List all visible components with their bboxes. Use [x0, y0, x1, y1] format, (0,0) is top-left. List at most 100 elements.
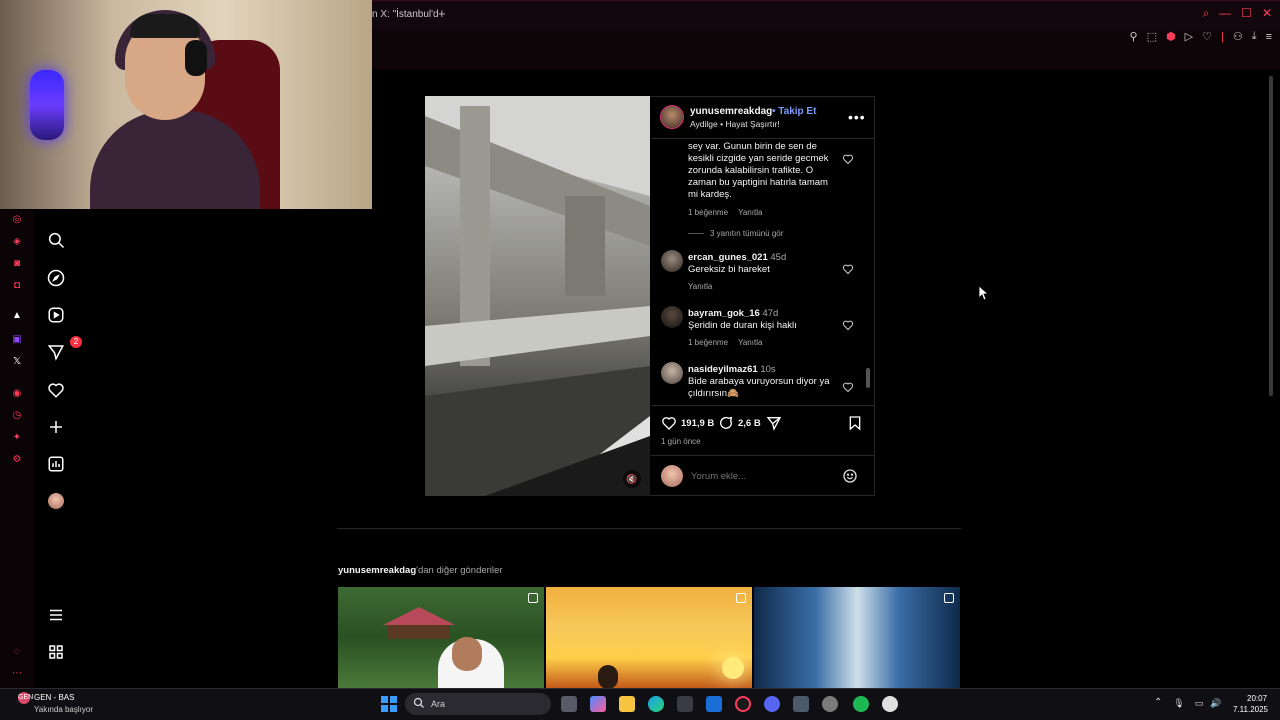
snapshot-icon[interactable]: ⬚ — [1147, 30, 1157, 43]
more-icon[interactable]: ⋯ — [11, 668, 23, 680]
task-view-icon[interactable] — [561, 696, 577, 712]
explore-icon[interactable] — [46, 268, 66, 288]
messages-icon[interactable]: 2 — [46, 336, 82, 362]
tray-overflow-button[interactable]: ⌃ — [1154, 697, 1162, 708]
more-post-thumbnail[interactable] — [338, 587, 544, 688]
obs-icon[interactable] — [882, 696, 898, 712]
audio-track[interactable]: Aydilge • Hayat Şaşırtır! — [690, 119, 780, 129]
messenger-sidebar-icon[interactable]: ◘ — [11, 280, 23, 292]
comment-username[interactable]: ercan_gunes_021 45d — [688, 252, 786, 263]
username-text[interactable]: bayram_gok_16 — [688, 308, 760, 319]
widget-title[interactable]: GEN - BAS — [34, 693, 74, 702]
copilot-icon[interactable] — [590, 696, 606, 712]
clock-time[interactable]: 20:07 — [1247, 694, 1267, 703]
player-icon[interactable]: ◉ — [11, 388, 23, 400]
download-icon[interactable]: ⤓ — [1252, 30, 1257, 43]
author-avatar[interactable] — [660, 105, 684, 129]
widget-icon[interactable]: GEN — [18, 692, 33, 704]
profile-avatar[interactable] — [46, 491, 66, 511]
file-explorer-icon[interactable] — [619, 696, 635, 712]
app-sidebar-icon[interactable]: ▲ — [11, 310, 23, 322]
new-tab-button[interactable]: + — [438, 6, 446, 21]
menu-icon[interactable] — [46, 605, 66, 625]
mail-icon[interactable] — [706, 696, 722, 712]
search-placeholder[interactable]: Ara — [431, 699, 445, 709]
post-video[interactable] — [425, 96, 650, 496]
app-icon[interactable] — [822, 696, 838, 712]
commenter-avatar[interactable] — [661, 250, 683, 272]
edge-icon[interactable] — [648, 696, 664, 712]
save-button[interactable] — [847, 415, 863, 431]
author-username[interactable]: yunusemreakdag — [690, 106, 772, 117]
reels-icon[interactable] — [46, 305, 66, 325]
instagram-sidebar-icon[interactable]: ◙ — [11, 258, 23, 270]
display-icon[interactable]: ▭ — [1193, 698, 1205, 710]
create-icon[interactable] — [46, 417, 66, 437]
discord-icon[interactable] — [764, 696, 780, 712]
post-date[interactable]: 1 gün önce — [661, 437, 701, 446]
commenter-avatar[interactable] — [661, 362, 683, 384]
comment-likes[interactable]: 1 beğenme — [688, 338, 728, 347]
extensions-icon[interactable]: ✦ — [11, 432, 23, 444]
store-icon[interactable] — [677, 696, 693, 712]
reply-button[interactable]: Yanıtla — [688, 282, 712, 291]
gx-icon[interactable]: ◌ — [11, 646, 23, 658]
comment-username[interactable]: nasideyilmaz61 10s — [688, 364, 776, 375]
comment-button[interactable]: 2,6 B — [718, 415, 761, 431]
comment-username[interactable]: bayram_gok_16 47d — [688, 308, 778, 319]
shield-icon[interactable]: ⬢ — [1166, 30, 1176, 43]
settings-icon[interactable]: ⚙ — [11, 454, 23, 466]
apps-icon[interactable] — [46, 642, 66, 662]
username-text[interactable]: ercan_gunes_021 — [688, 252, 768, 263]
taskbar-search[interactable] — [405, 693, 551, 715]
browser-tab-title[interactable]: n X: "İstanbul'd — [372, 9, 439, 20]
aria-icon[interactable]: ◈ — [11, 236, 23, 248]
comments-scrollbar[interactable] — [865, 140, 871, 405]
reply-button[interactable]: Yanıtla — [738, 208, 762, 217]
like-comment-icon[interactable] — [842, 319, 854, 331]
play-icon[interactable]: ▷ — [1185, 30, 1193, 43]
microphone-icon[interactable]: 🎙 — [1173, 698, 1185, 710]
minimize-button[interactable]: — — [1219, 6, 1231, 21]
clock-date[interactable]: 7.11.2025 — [1233, 705, 1268, 714]
page-scrollbar-thumb[interactable] — [1269, 76, 1273, 396]
close-window-button[interactable]: ✕ — [1262, 6, 1272, 21]
more-post-thumbnail[interactable] — [546, 587, 752, 688]
comment-likes[interactable]: 1 beğenme — [688, 208, 728, 217]
menu-icon[interactable]: ≡ — [1266, 31, 1272, 43]
pin-icon[interactable]: ⚲ — [1130, 30, 1138, 43]
like-comment-icon[interactable] — [842, 153, 854, 165]
more-post-thumbnail[interactable] — [754, 587, 960, 688]
view-replies-button[interactable]: 3 yanıtın tümünü gör — [688, 229, 783, 238]
more-options-button[interactable]: ••• — [848, 109, 866, 125]
opera-gx-icon[interactable] — [735, 696, 751, 712]
like-comment-icon[interactable] — [842, 263, 854, 275]
start-button[interactable] — [381, 696, 397, 712]
volume-icon[interactable]: 🔊 — [1210, 698, 1222, 710]
comment-input[interactable] — [691, 471, 831, 482]
dashboard-icon[interactable] — [46, 454, 66, 474]
maximize-button[interactable]: ☐ — [1241, 6, 1252, 21]
share-button[interactable] — [766, 415, 782, 431]
mute-icon[interactable]: 🔇 — [623, 470, 641, 488]
heart-icon[interactable]: ♡ — [1202, 30, 1212, 43]
search-tabs-icon[interactable]: ⌕ — [1202, 6, 1209, 21]
x-icon[interactable]: 𝕏 — [11, 356, 23, 368]
widget-subtitle[interactable]: Yakında başlıyor — [34, 705, 93, 714]
history-icon[interactable]: ◷ — [11, 410, 23, 422]
spotify-icon[interactable] — [853, 696, 869, 712]
opera-logo-icon[interactable]: ◎ — [11, 214, 23, 226]
app-icon[interactable] — [793, 696, 809, 712]
like-button[interactable]: 191,9 B — [661, 415, 714, 431]
emoji-icon[interactable] — [842, 468, 858, 484]
more-posts-username[interactable]: yunusemreakdag — [338, 565, 416, 576]
account-icon[interactable]: ⚇ — [1233, 30, 1243, 43]
twitch-icon[interactable]: ▣ — [11, 334, 23, 346]
comments-scrollbar-thumb[interactable] — [866, 368, 870, 388]
reply-button[interactable]: Yanıtla — [738, 338, 762, 347]
like-comment-icon[interactable] — [842, 381, 854, 393]
commenter-avatar[interactable] — [661, 306, 683, 328]
follow-button[interactable]: • Takip Et — [772, 106, 816, 117]
username-text[interactable]: nasideyilmaz61 — [688, 364, 758, 375]
search-icon[interactable] — [46, 230, 66, 250]
